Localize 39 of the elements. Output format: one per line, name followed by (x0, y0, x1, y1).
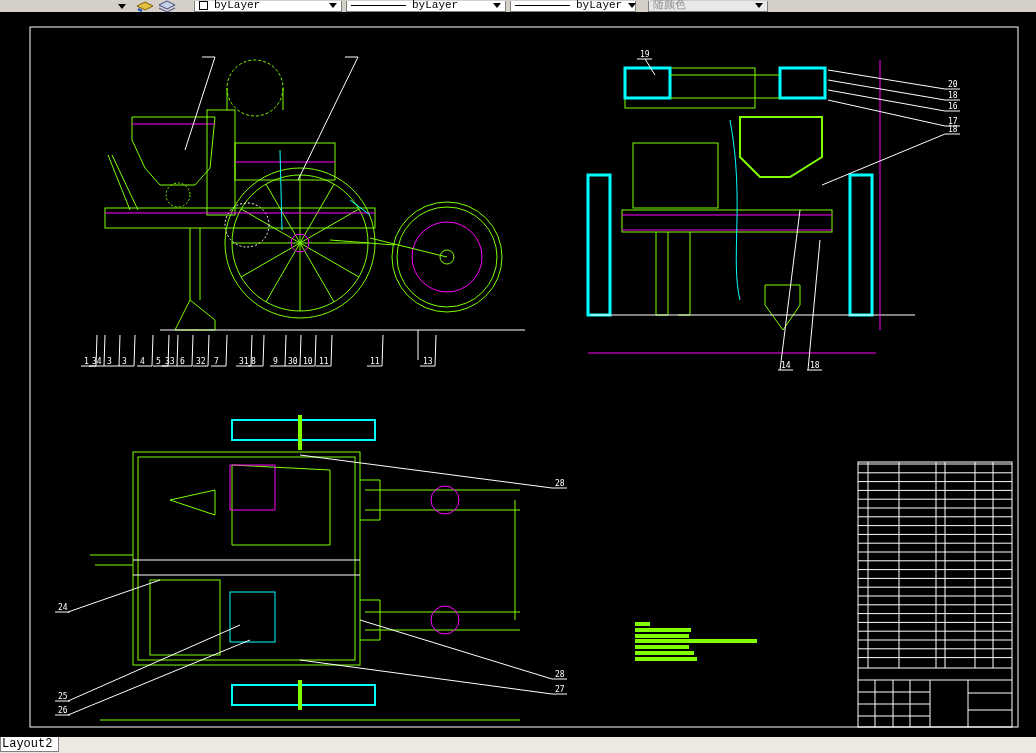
callout-number: 10 (303, 357, 313, 366)
callout-number: 17 (948, 117, 958, 126)
callout-number: 18 (810, 361, 820, 370)
property-dropdown[interactable]: byLayer (510, 0, 636, 12)
callout-number: 3 (122, 357, 127, 366)
callout-number: 25 (58, 692, 68, 701)
callout-number: 11 (319, 357, 329, 366)
color-swatch-icon (199, 1, 208, 10)
callout-number: 3 (107, 357, 112, 366)
callout-number: 9 (273, 357, 278, 366)
callout-number: 28 (555, 670, 565, 679)
property-dropdown[interactable]: byLayer (194, 0, 342, 12)
callout-number: 20 (948, 80, 958, 89)
callout-number: 27 (555, 685, 565, 694)
callout-number: 28 (555, 479, 565, 488)
line-sample-icon (515, 5, 570, 6)
callout-number: 14 (781, 361, 791, 370)
callout-number: 16 (948, 102, 958, 111)
layers-icon[interactable] (136, 0, 154, 12)
callout-number: 18 (948, 125, 958, 134)
callout-number: 6 (180, 357, 185, 366)
callout-number: 5 (156, 357, 161, 366)
property-dropdown[interactable]: byLayer (346, 0, 506, 12)
callout-number: 13 (423, 357, 433, 366)
callout-number: 19 (640, 50, 650, 59)
callout-number: 8 (251, 357, 256, 366)
callout-number: 7 (214, 357, 219, 366)
callout-number: 4 (140, 357, 145, 366)
layers-icon[interactable] (158, 0, 176, 12)
callout-number: 24 (58, 603, 68, 612)
callout-number: 11 (370, 357, 380, 366)
callout-number: 18 (948, 91, 958, 100)
callout-number: 30 (288, 357, 298, 366)
callout-number: 31 (239, 357, 249, 366)
callout-number: 26 (58, 706, 68, 715)
callout-number: 32 (196, 357, 206, 366)
line-sample-icon (351, 5, 406, 6)
callout-number: 1 (84, 357, 89, 366)
layout-tab[interactable]: Layout2 (0, 737, 60, 752)
